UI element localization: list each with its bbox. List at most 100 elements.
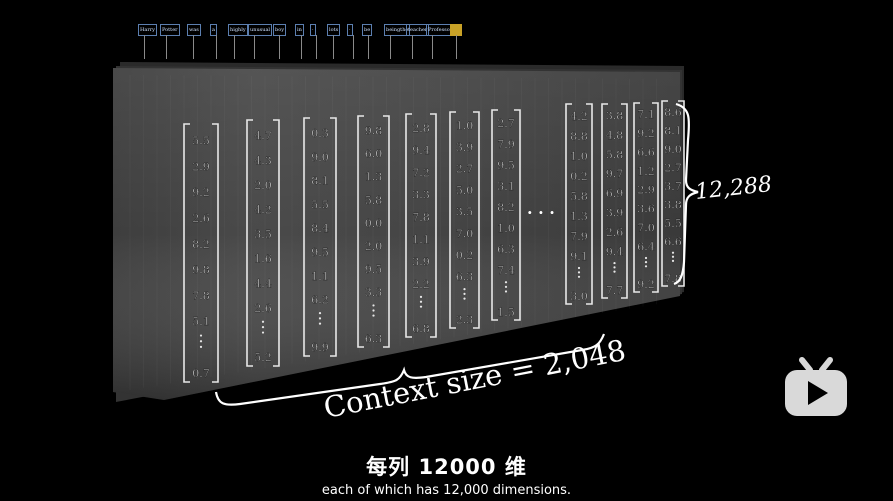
matrix-cell: 8.4 — [311, 222, 329, 235]
vertical-ellipsis-dot — [613, 270, 616, 273]
vertical-ellipsis-dot — [463, 288, 466, 291]
matrix-cell: 3.9 — [412, 256, 430, 269]
vertical-ellipsis-dot — [504, 281, 508, 284]
matrix-cell: 5.8 — [606, 148, 624, 161]
matrix-cell: 2.7 — [456, 162, 474, 175]
matrix-cell: 3.5 — [456, 206, 474, 219]
matrix-cell: 2.9 — [192, 160, 210, 173]
matrix-cell: 2.0 — [365, 240, 383, 253]
vertical-ellipsis-dot — [671, 259, 675, 262]
matrix-cell: 1.3 — [570, 210, 588, 223]
matrix-cell: 6.4 — [637, 240, 655, 253]
matrix-cell: 7.9 — [497, 138, 515, 151]
matrix-cell: 7.9 — [570, 230, 588, 243]
matrix-cell: 2.8 — [412, 122, 430, 135]
matrix-cell: 6.6 — [664, 235, 682, 248]
vertical-ellipsis-dot — [463, 292, 466, 295]
matrix-cell: 3.7 — [664, 180, 682, 193]
matrix-cell: 3.6 — [637, 203, 655, 216]
matrix-cell: 4.2 — [570, 110, 588, 123]
column-ellipsis: · · · — [527, 203, 555, 222]
matrix-cell: 3.9 — [456, 141, 474, 154]
matrix-cell: 0.3 — [311, 127, 329, 140]
matrix-cell: 2.6 — [606, 226, 624, 239]
matrix-cell: 3.3 — [412, 189, 430, 202]
subtitle-chinese: 每列 12000 维 — [366, 455, 527, 479]
matrix-cell: 7.2 — [412, 166, 430, 179]
matrix-cell: 7.7 — [606, 284, 624, 297]
matrix-cell: 2.7 — [497, 117, 515, 130]
vertical-ellipsis-dot — [261, 326, 265, 329]
matrix-cell: 7.8 — [412, 211, 430, 224]
vertical-ellipsis-dot — [644, 261, 648, 264]
matrix-cell: 4.4 — [254, 277, 272, 290]
matrix-cell: 9.9 — [311, 341, 329, 354]
embedding-matrix-svg: 5.5 2.9 9.2 2.6 8.2 9.8 7.8 5.1 0.7 4.7 4.3 2.0 4.2 3… — [113, 62, 773, 425]
vertical-ellipsis-dot — [613, 261, 616, 265]
matrix-cell: 0.2 — [456, 249, 474, 262]
matrix-cell: 9.5 — [497, 159, 515, 172]
embedding-matrix: 5.5 2.9 9.2 2.6 8.2 9.8 7.8 5.1 0.7 4.7 4.3 2.0 4.2 3… — [0, 0, 893, 501]
matrix-cell: 3.0 — [570, 290, 588, 303]
matrix-cell: 2.6 — [254, 302, 272, 315]
matrix-cell: 7.0 — [637, 222, 655, 235]
matrix-cell: 1.0 — [497, 222, 515, 235]
matrix-cell: 3.3 — [365, 286, 383, 299]
matrix-cell: 1.3 — [365, 171, 383, 184]
matrix-cell: 0.0 — [365, 217, 383, 230]
matrix-cell: 9.2 — [637, 127, 655, 140]
matrix-cell: 7.4 — [497, 264, 515, 277]
vertical-ellipsis-dot — [318, 322, 322, 325]
matrix-cell: 5.1 — [192, 315, 210, 328]
matrix-cell: 9.1 — [570, 250, 588, 263]
matrix-cell: 4.8 — [606, 129, 624, 142]
matrix-cell: 6.3 — [456, 270, 474, 283]
matrix-cell: 1.5 — [497, 306, 515, 319]
vertical-ellipsis-dot — [372, 314, 375, 317]
vertical-ellipsis-dot — [372, 309, 375, 312]
matrix-cell: 9.8 — [365, 124, 383, 137]
matrix-cell: 0.7 — [192, 367, 210, 380]
matrix-cell: 2.7 — [664, 161, 682, 174]
matrix-cell: 9.0 — [311, 151, 329, 164]
vertical-ellipsis-dot — [199, 340, 203, 343]
matrix-cell: 5.8 — [365, 194, 383, 207]
matrix-cell: 9.0 — [664, 143, 682, 156]
vertical-ellipsis-dot — [644, 256, 648, 260]
bilibili-tv-icon — [785, 357, 847, 416]
matrix-cell: 9.2 — [192, 186, 210, 199]
vertical-ellipsis-dot — [372, 304, 375, 307]
matrix-cell: 9.4 — [606, 245, 624, 258]
matrix-cell: 9.8 — [192, 264, 210, 277]
vertical-ellipsis-dot — [504, 285, 508, 288]
matrix-cell: 1.0 — [456, 119, 474, 132]
matrix-cell: 6.3 — [497, 243, 515, 256]
matrix-cell: 8.2 — [192, 238, 210, 251]
matrix-cell: 3.8 — [606, 110, 624, 123]
matrix-cell: 2.6 — [192, 212, 210, 225]
vertical-ellipsis-dot — [671, 251, 675, 254]
vertical-ellipsis-dot — [644, 265, 648, 268]
matrix-cell: 6.2 — [311, 294, 329, 307]
matrix-cell: 2.9 — [637, 184, 655, 197]
matrix-cell: 0.2 — [570, 170, 588, 183]
matrix-cell: 5.5 — [192, 135, 210, 148]
matrix-cell: 8.6 — [664, 106, 682, 119]
matrix-cell: 8.1 — [664, 124, 682, 137]
matrix-cell: 4.3 — [254, 154, 272, 167]
vertical-ellipsis-dot — [318, 312, 322, 315]
vertical-ellipsis-dot — [463, 297, 466, 300]
matrix-cell: 6.0 — [365, 148, 383, 161]
matrix-cell: 6.3 — [365, 332, 383, 345]
matrix-cell: 1.6 — [254, 253, 272, 266]
matrix-cell: 3.8 — [664, 198, 682, 211]
matrix-cell: 3.9 — [606, 207, 624, 220]
matrix-cell: 6.8 — [412, 323, 430, 336]
matrix-cell: 8.8 — [570, 130, 588, 143]
matrix-cell: 7.8 — [192, 289, 210, 302]
matrix-cell: 1.2 — [637, 165, 655, 178]
matrix-cell: 8.1 — [311, 175, 329, 188]
vertical-ellipsis-dot — [318, 317, 322, 320]
matrix-cell: 9.4 — [412, 144, 430, 157]
vertical-ellipsis-dot — [419, 300, 423, 303]
